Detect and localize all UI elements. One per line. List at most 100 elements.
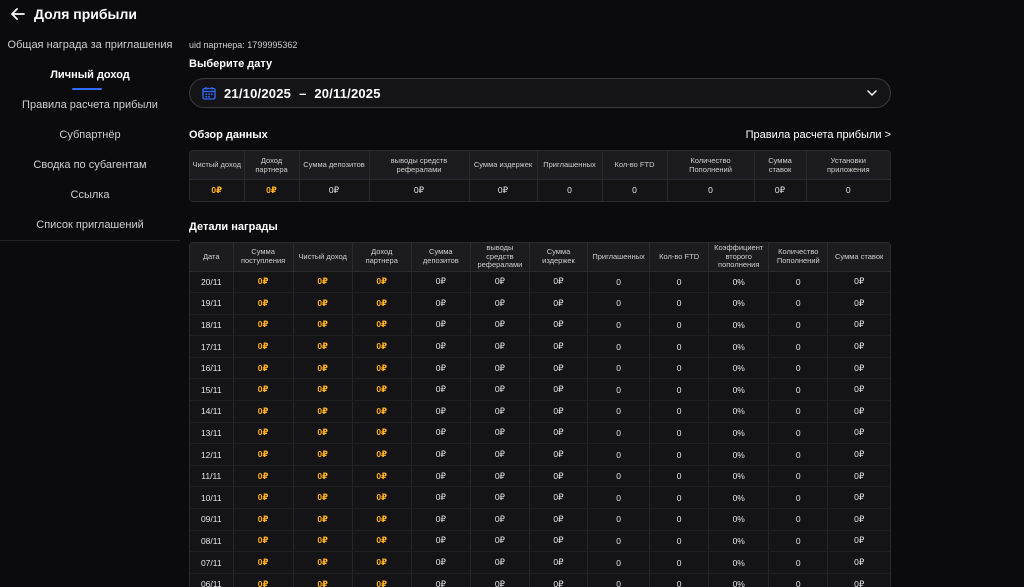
table-cell: 0₽	[529, 314, 589, 337]
table-cell: 0₽	[470, 486, 530, 510]
row-date: 19/11	[190, 292, 234, 315]
table-cell: 0₽	[411, 422, 471, 445]
sidebar-item-invite-list[interactable]: Список приглашений	[0, 210, 180, 240]
table-row: 19/11 0₽ 0₽ 0₽ 0₽ 0₽ 0₽ 0 0 0% 0 0₽	[190, 292, 890, 315]
date-separator: –	[299, 85, 307, 101]
table-cell: 0	[587, 443, 651, 466]
table-cell: 0	[587, 573, 651, 587]
profit-rules-link[interactable]: Правила расчета прибыли >	[746, 129, 891, 141]
table-cell: 0₽	[529, 551, 589, 574]
table-cell: 0₽	[827, 292, 890, 315]
table-cell: 0₽	[233, 314, 294, 337]
table-cell: 0	[768, 314, 829, 337]
table-cell: 0₽	[411, 443, 471, 466]
table-cell: 0₽	[411, 378, 471, 402]
table-cell: 0₽	[293, 422, 353, 445]
table-cell: 0₽	[470, 400, 530, 423]
table-cell: 0	[649, 271, 710, 294]
details-column-header: Дата	[190, 243, 234, 272]
table-row: 14/11 0₽ 0₽ 0₽ 0₽ 0₽ 0₽ 0 0 0% 0 0₽	[190, 400, 890, 423]
table-cell: 0₽	[293, 486, 353, 510]
table-row: 13/11 0₽ 0₽ 0₽ 0₽ 0₽ 0₽ 0 0 0% 0 0₽	[190, 422, 890, 445]
table-cell: 0₽	[827, 443, 890, 466]
details-column-header: Сумма издержек	[529, 243, 589, 272]
table-cell: 0₽	[293, 335, 353, 358]
table-cell: 0₽	[352, 573, 412, 587]
table-cell: 0₽	[529, 530, 589, 553]
table-cell: 0%	[708, 314, 770, 337]
table-row: 11/11 0₽ 0₽ 0₽ 0₽ 0₽ 0₽ 0 0 0% 0 0₽	[190, 465, 890, 488]
table-cell: 0	[649, 443, 710, 466]
sidebar-item-profit-rules[interactable]: Правила расчета прибыли	[0, 90, 180, 120]
page-header: Доля прибыли	[0, 0, 180, 28]
table-cell: 0₽	[293, 443, 353, 466]
table-cell: 0%	[708, 551, 770, 574]
table-cell: 0₽	[529, 271, 589, 294]
sidebar-item-subpartner[interactable]: Субпартнёр	[0, 120, 180, 150]
table-cell: 0₽	[233, 465, 294, 488]
table-cell: 0%	[708, 530, 770, 553]
table-cell: 0₽	[352, 292, 412, 315]
table-cell: 0₽	[827, 486, 890, 510]
table-cell: 0	[768, 400, 829, 423]
details-column-header: Чистый доход	[293, 243, 353, 272]
details-column-header: Доход партнера	[352, 243, 412, 272]
table-cell: 0	[649, 486, 710, 510]
sidebar-item-total-invite-reward[interactable]: Общая награда за приглашения	[0, 30, 180, 60]
table-cell: 0	[768, 271, 829, 294]
overview-column-header: Чистый доход	[190, 151, 245, 180]
table-cell: 0	[649, 422, 710, 445]
overview-header: Обзор данных Правила расчета прибыли >	[189, 128, 891, 142]
row-date: 10/11	[190, 486, 234, 510]
table-cell: 0₽	[529, 573, 589, 587]
table-cell: 0₽	[470, 508, 530, 531]
table-cell: 0%	[708, 335, 770, 358]
table-cell: 0₽	[233, 357, 294, 380]
table-cell: 0₽	[293, 530, 353, 553]
table-row: 08/11 0₽ 0₽ 0₽ 0₽ 0₽ 0₽ 0 0 0% 0 0₽	[190, 530, 890, 553]
sidebar-item-link[interactable]: Ссылка	[0, 180, 180, 210]
table-cell: 0₽	[293, 357, 353, 380]
table-cell: 0₽	[529, 422, 589, 445]
row-date: 07/11	[190, 551, 234, 574]
table-cell: 0₽	[529, 335, 589, 358]
table-cell: 0	[649, 465, 710, 488]
table-cell: 0₽	[411, 335, 471, 358]
table-cell: 0₽	[827, 573, 890, 587]
table-cell: 0₽	[411, 486, 471, 510]
table-cell: 0₽	[411, 400, 471, 423]
table-cell: 0₽	[233, 400, 294, 423]
sidebar-item-subagent-summary[interactable]: Сводка по субагентам	[0, 150, 180, 180]
table-cell: 0	[649, 314, 710, 337]
table-cell: 0₽	[233, 443, 294, 466]
table-cell: 0₽	[529, 378, 589, 402]
table-cell: 0₽	[352, 335, 412, 358]
table-cell: 0₽	[293, 292, 353, 315]
table-cell: 0₽	[827, 508, 890, 531]
sidebar-item-personal-income[interactable]: Личный доход	[0, 60, 180, 90]
overview-column-header: Сумма депозитов	[299, 151, 370, 180]
table-cell: 0	[587, 378, 651, 402]
table-cell: 0₽	[352, 400, 412, 423]
overview-column-header: Кол-во FTD	[602, 151, 668, 180]
overview-value: 0₽	[369, 179, 470, 201]
details-header-row: Дата Сумма поступления Чистый доход Доход п…	[190, 243, 890, 272]
table-cell: 0	[768, 551, 829, 574]
date-range-picker[interactable]: 21/10/2025 – 20/11/2025	[189, 78, 891, 108]
table-cell: 0	[768, 573, 829, 587]
row-date: 09/11	[190, 508, 234, 531]
table-cell: 0₽	[470, 292, 530, 315]
overview-column-header: Сумма ставок	[754, 151, 807, 180]
table-cell: 0₽	[352, 486, 412, 510]
table-row: 07/11 0₽ 0₽ 0₽ 0₽ 0₽ 0₽ 0 0 0% 0 0₽	[190, 551, 890, 574]
table-cell: 0₽	[352, 422, 412, 445]
table-cell: 0₽	[529, 400, 589, 423]
table-cell: 0₽	[411, 357, 471, 380]
overview-value: 0₽	[299, 179, 370, 201]
table-cell: 0	[649, 508, 710, 531]
table-cell: 0₽	[470, 443, 530, 466]
back-button[interactable]	[8, 4, 28, 24]
table-cell: 0₽	[411, 465, 471, 488]
table-cell: 0₽	[293, 271, 353, 294]
table-cell: 0₽	[411, 271, 471, 294]
